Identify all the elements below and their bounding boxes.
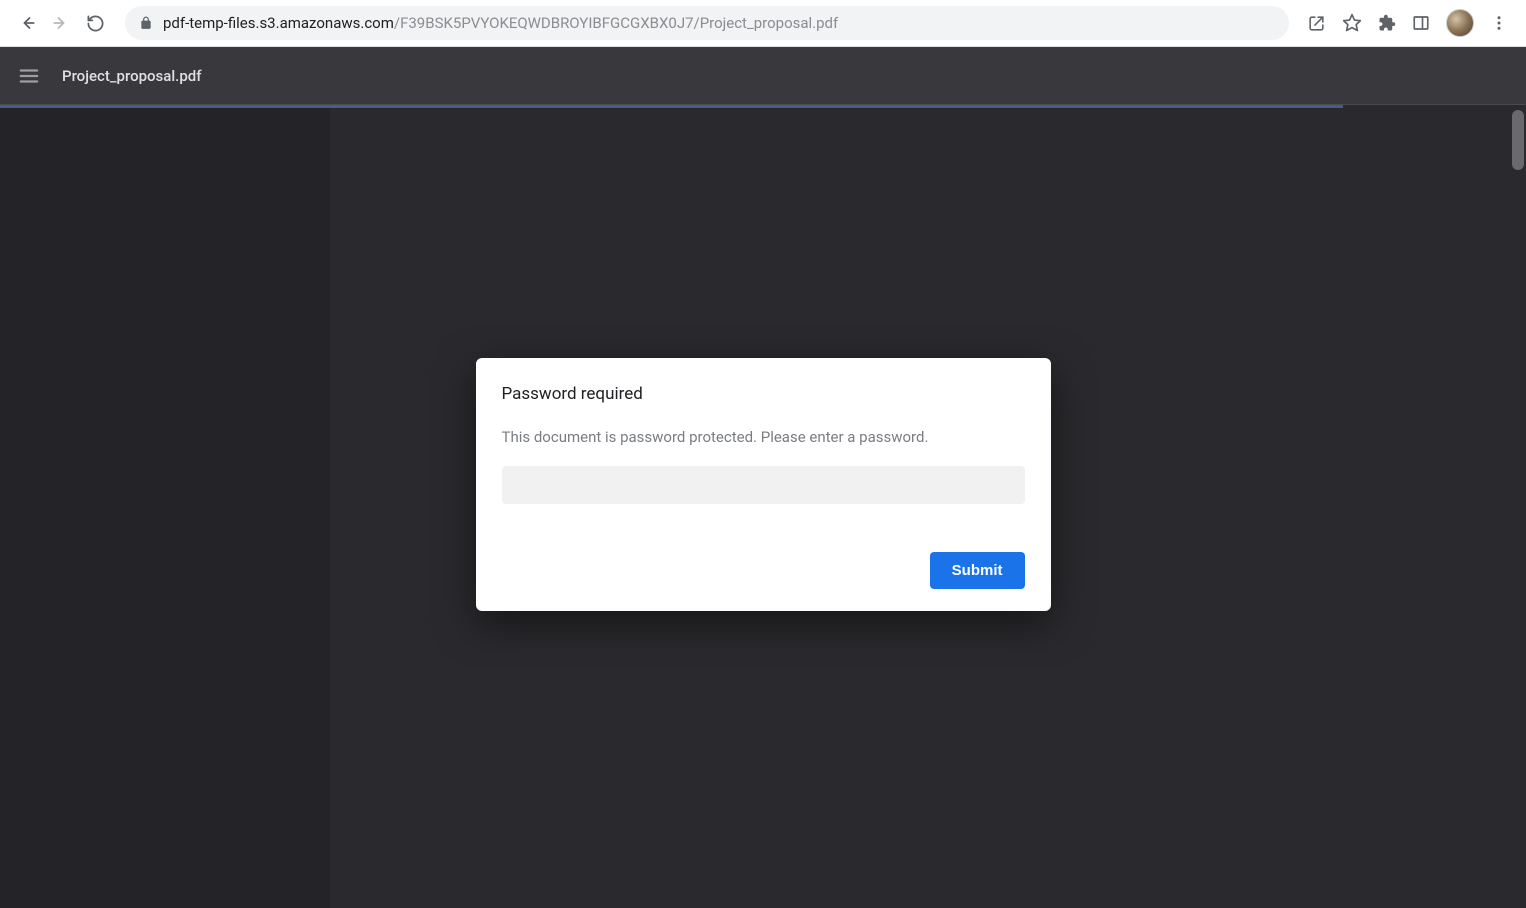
forward-button[interactable] [49, 11, 73, 35]
pdf-header: Project_proposal.pdf [0, 47, 1526, 105]
pdf-viewer: Project_proposal.pdf Password required T… [0, 47, 1526, 908]
reload-button[interactable] [83, 11, 107, 35]
hamburger-menu-icon[interactable] [18, 65, 40, 87]
menu-icon[interactable] [1490, 14, 1508, 32]
browser-toolbar: pdf-temp-files.s3.amazonaws.com/F39BSK5P… [0, 0, 1526, 47]
toolbar-right [1307, 9, 1516, 37]
password-input[interactable] [502, 466, 1025, 504]
lock-icon [139, 16, 153, 30]
back-button[interactable] [15, 11, 39, 35]
dialog-overlay: Password required This document is passw… [0, 108, 1526, 908]
submit-button[interactable]: Submit [930, 552, 1025, 589]
pdf-filename: Project_proposal.pdf [62, 67, 202, 85]
panel-icon[interactable] [1412, 14, 1430, 32]
extensions-icon[interactable] [1378, 14, 1396, 32]
url-domain: pdf-temp-files.s3.amazonaws.com [163, 14, 394, 32]
address-bar[interactable]: pdf-temp-files.s3.amazonaws.com/F39BSK5P… [125, 6, 1289, 40]
profile-avatar[interactable] [1446, 9, 1474, 37]
password-dialog: Password required This document is passw… [476, 358, 1051, 611]
dialog-actions: Submit [502, 552, 1025, 589]
bookmark-star-icon[interactable] [1342, 13, 1362, 33]
dialog-title: Password required [502, 384, 1025, 404]
url-text: pdf-temp-files.s3.amazonaws.com/F39BSK5P… [163, 14, 838, 32]
url-path: /F39BSK5PVYOKEQWDBROYIBFGCGXBX0J7/Projec… [394, 14, 838, 32]
pdf-content: Password required This document is passw… [0, 108, 1526, 908]
share-icon[interactable] [1307, 14, 1326, 33]
nav-buttons [10, 11, 107, 35]
dialog-message: This document is password protected. Ple… [502, 428, 1025, 446]
